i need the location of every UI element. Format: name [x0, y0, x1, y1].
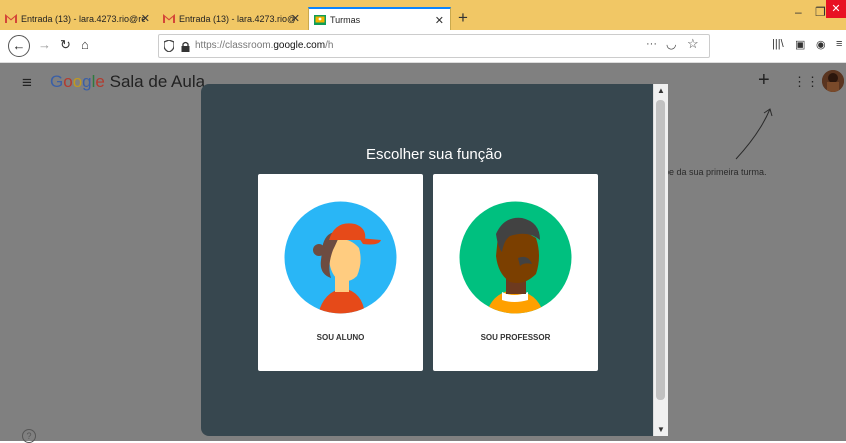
bookmark-star-icon[interactable]: ☆ [687, 36, 699, 52]
tab-gmail-2[interactable]: Entrada (13) - lara.4273.rio@red ✕ [158, 7, 306, 30]
minimize-icon[interactable]: – [795, 5, 802, 19]
pocket-icon[interactable]: ◡ [666, 37, 676, 51]
create-class-hint: ipe da sua primeira turma. [662, 167, 767, 177]
gmail-icon [5, 14, 17, 24]
tab-title: Entrada (13) - lara.4273.rio@red [21, 13, 145, 24]
google-classroom-logo[interactable]: Google Sala de Aula [50, 72, 205, 92]
gmail-icon [163, 14, 175, 24]
new-tab-button[interactable]: + [458, 8, 468, 28]
dialog-title: Escolher sua função [366, 146, 502, 163]
tab-title: Turmas [330, 14, 361, 25]
close-tab-icon[interactable]: ✕ [291, 12, 300, 25]
forward-icon[interactable]: → [38, 37, 51, 52]
scroll-down-icon[interactable]: ▼ [657, 425, 665, 434]
teacher-role-label: SOU PROFESSOR [480, 333, 551, 342]
library-icon[interactable]: |||\ [772, 38, 784, 50]
close-window-icon[interactable]: ✕ [826, 0, 846, 18]
close-tab-icon[interactable]: ✕ [435, 14, 444, 27]
student-illustration [284, 201, 397, 314]
hamburger-menu-icon[interactable]: ≡ [22, 73, 32, 93]
menu-icon[interactable]: ≡ [836, 38, 842, 50]
avatar[interactable] [822, 70, 844, 92]
reader-view-icon[interactable]: ▣ [795, 38, 805, 51]
navigation-bar: ← → ↻ ⌂ https://classroom.google.com/h ·… [0, 30, 846, 63]
student-role-label: SOU ALUNO [316, 333, 365, 342]
browser-tab-bar: Entrada (13) - lara.4273.rio@red ✕ Entra… [0, 0, 846, 30]
back-icon[interactable]: ← [8, 35, 30, 57]
url-bar[interactable]: https://classroom.google.com/h ··· ◡ ☆ [158, 34, 710, 58]
scrollbar-thumb[interactable] [656, 100, 665, 400]
add-class-button[interactable]: + [758, 69, 770, 92]
classroom-icon [314, 14, 326, 25]
teacher-illustration [459, 201, 572, 314]
page-actions-icon[interactable]: ··· [646, 38, 657, 50]
home-icon[interactable]: ⌂ [81, 37, 89, 52]
url-text: https://classroom.google.com/h [195, 40, 334, 51]
tab-turmas[interactable]: Turmas ✕ [308, 7, 451, 30]
tab-title: Entrada (13) - lara.4273.rio@red [179, 13, 295, 24]
student-role-card[interactable]: SOU ALUNO [258, 174, 423, 371]
role-selection-dialog: Escolher sua função SOU ALUNO SOU PROFES… [201, 84, 667, 436]
tab-gmail-1[interactable]: Entrada (13) - lara.4273.rio@red ✕ [0, 7, 156, 30]
hint-arrow-icon [735, 108, 773, 160]
reload-icon[interactable]: ↻ [60, 37, 71, 53]
scrollbar[interactable]: ▲ ▼ [653, 84, 668, 436]
shield-icon[interactable] [163, 39, 175, 53]
lock-icon[interactable] [181, 39, 190, 57]
close-tab-icon[interactable]: ✕ [141, 12, 150, 25]
teacher-role-card[interactable]: SOU PROFESSOR [433, 174, 598, 371]
account-icon[interactable]: ◉ [816, 38, 826, 51]
restore-icon[interactable]: ❐ [815, 5, 826, 19]
scroll-up-icon[interactable]: ▲ [657, 86, 665, 95]
